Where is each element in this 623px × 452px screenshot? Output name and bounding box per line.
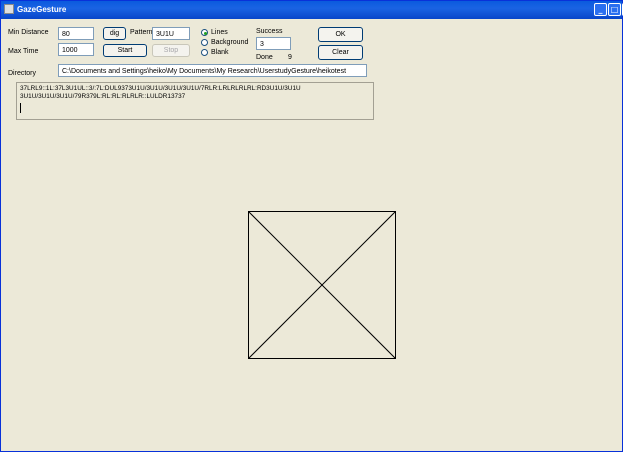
mode-radio-blank[interactable]: Blank: [201, 49, 229, 56]
max-time-input[interactable]: 1000: [58, 43, 94, 56]
done-value: 9: [288, 54, 292, 61]
mode-background-label: Background: [211, 39, 249, 46]
mode-lines-label: Lines: [211, 29, 228, 36]
ok-button[interactable]: OK: [318, 27, 363, 42]
success-label: Success: [256, 28, 283, 35]
start-button[interactable]: Start: [103, 44, 147, 57]
log-line: 3U1U/3U1U/3U1U/79R379L:RL:RL:RLRLR::LULD…: [20, 93, 186, 100]
title-bar[interactable]: GazeGesture _ □ ×: [1, 1, 623, 19]
app-icon: [4, 4, 14, 14]
app-window: GazeGesture _ □ × Min Distance 80 dig Pa…: [0, 0, 623, 452]
max-time-label: Max Time: [8, 48, 39, 55]
radio-selected-icon: [201, 29, 208, 36]
directory-input[interactable]: C:\Documents and Settings\heiko\My Docum…: [58, 64, 367, 77]
clear-button[interactable]: Clear: [318, 45, 363, 60]
mode-blank-label: Blank: [211, 49, 229, 56]
directory-label: Directory: [8, 70, 37, 77]
pattern-input[interactable]: 3U1U: [152, 27, 190, 40]
stop-button[interactable]: Stop: [152, 44, 190, 57]
radio-unselected-icon: [201, 39, 208, 46]
success-input[interactable]: 3: [256, 37, 291, 50]
pattern-label: Pattern: [130, 29, 153, 36]
min-distance-input[interactable]: 80: [58, 27, 94, 40]
gesture-target-figure: [248, 211, 396, 359]
gesture-log-textarea[interactable]: 37LRL9::1L:37L3U1UL::3/:7L:DUL9373U1U/3U…: [16, 82, 374, 120]
log-line: 37LRL9::1L:37L3U1UL::3/:7L:DUL9373U1U/3U…: [20, 85, 301, 92]
maximize-button[interactable]: □: [608, 3, 621, 16]
mode-radio-lines[interactable]: Lines: [201, 29, 228, 36]
mode-radio-background[interactable]: Background: [201, 39, 248, 46]
client-area: Min Distance 80 dig Pattern 3U1U Lines B…: [7, 20, 620, 449]
radio-unselected-icon: [201, 49, 208, 56]
min-distance-label: Min Distance: [8, 29, 49, 36]
text-caret: [20, 103, 21, 113]
minimize-button[interactable]: _: [594, 3, 607, 16]
dig-button[interactable]: dig: [103, 27, 126, 40]
done-label: Done: [256, 54, 273, 61]
window-title: GazeGesture: [17, 5, 67, 14]
